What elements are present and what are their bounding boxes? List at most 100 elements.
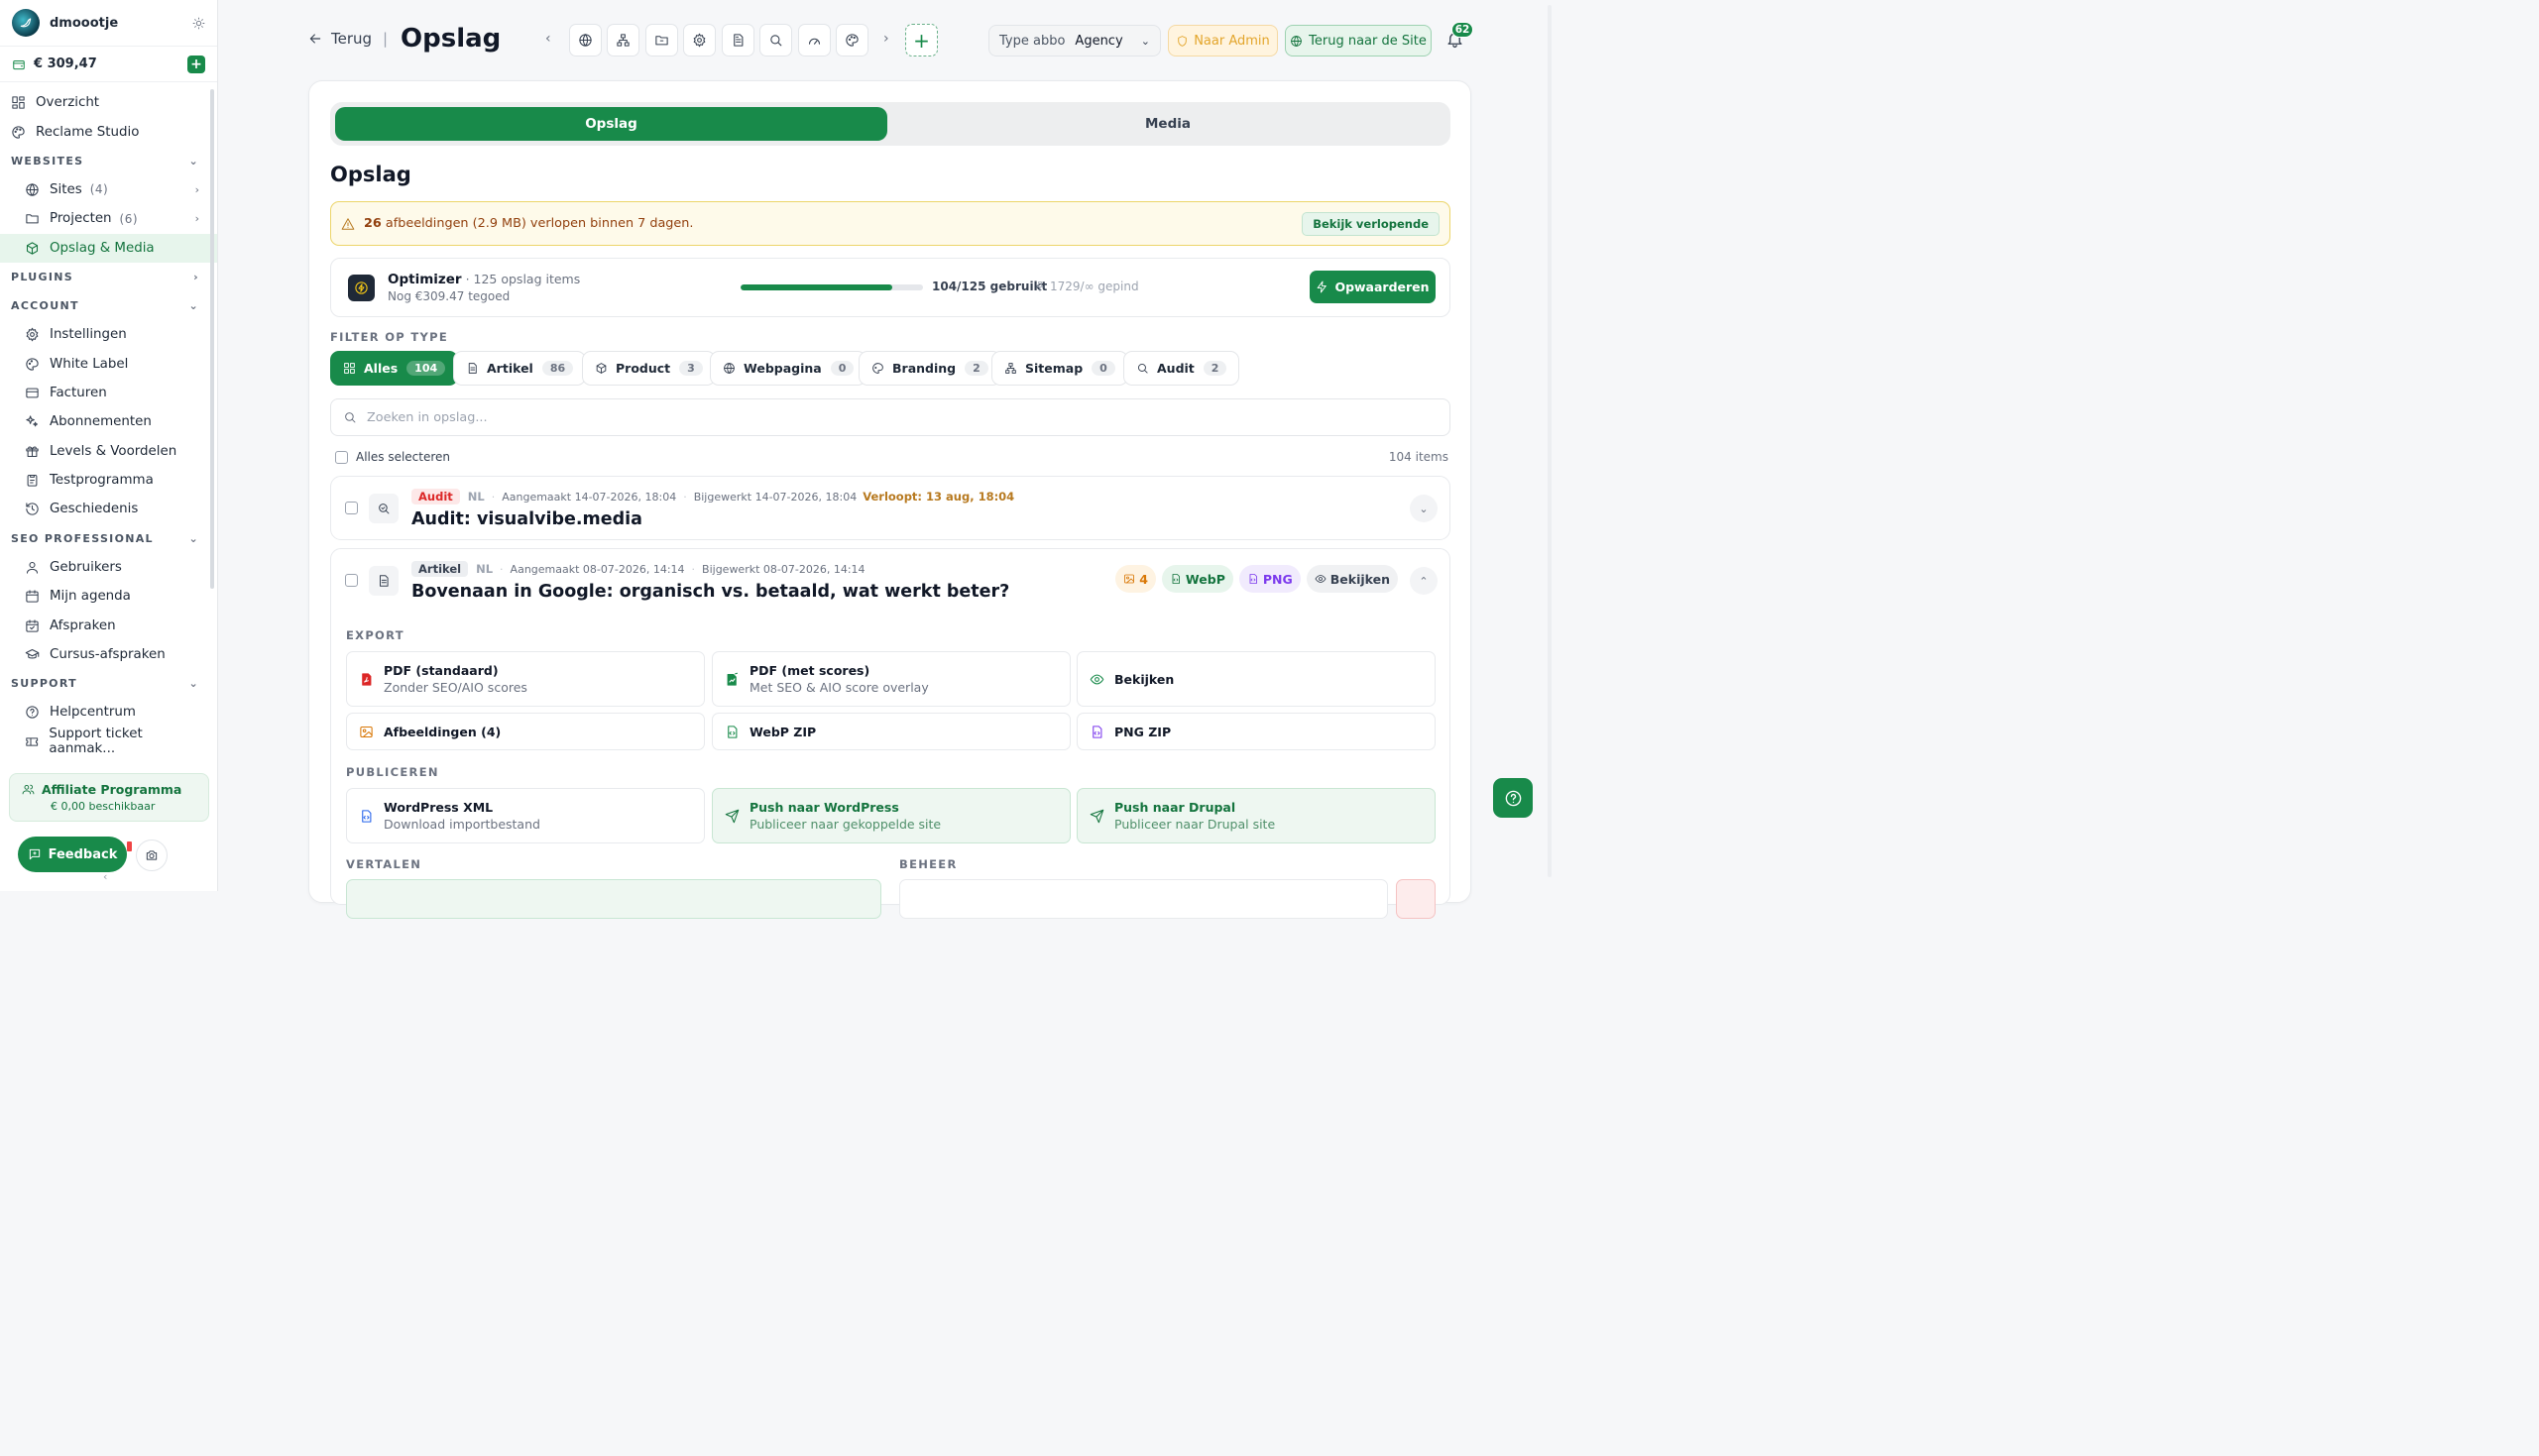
user-icon (26, 561, 39, 574)
filter-chip-branding[interactable]: Branding 2 (859, 351, 1001, 386)
section-label: SUPPORT (11, 677, 77, 691)
tab-opslag[interactable]: Opslag (335, 107, 887, 141)
toolbar-projects-button[interactable] (645, 24, 678, 56)
section-plugins[interactable]: PLUGINS › (0, 263, 217, 291)
section-websites[interactable]: WEBSITES ⌄ (0, 147, 217, 175)
tab-media[interactable]: Media (890, 107, 1445, 141)
toolbar-speed-button[interactable] (798, 24, 831, 56)
export-view[interactable]: Bekijken (1077, 651, 1436, 707)
subscription-type-select[interactable]: Type abbo Agency ⌄ (988, 25, 1161, 56)
globe-icon (26, 183, 39, 196)
affiliate-card[interactable]: Affiliate Programma € 0,00 beschikbaar (9, 773, 209, 822)
to-admin-button[interactable]: Naar Admin (1168, 25, 1278, 56)
help-button[interactable] (1493, 778, 1533, 818)
manage-action[interactable] (899, 879, 1388, 919)
export-png-zip[interactable]: PNG ZIP (1077, 713, 1436, 750)
collapse-row-button[interactable]: ⌃ (1410, 567, 1438, 595)
view-expiring-button[interactable]: Bekijk verlopende (1302, 211, 1440, 236)
select-all-row[interactable]: Alles selecteren (335, 450, 450, 464)
back-to-site-button[interactable]: Terug naar de Site (1285, 25, 1432, 56)
sidebar-item-label: Levels & Voordelen (50, 443, 177, 459)
toolbar-prev-button[interactable]: ‹ (545, 31, 551, 47)
folder-icon (655, 36, 668, 46)
sidebar-item-reclame-studio[interactable]: Reclame Studio (0, 117, 217, 146)
storage-row-audit[interactable]: Audit NL · Aangemaakt 14-07-2026, 18:04 … (330, 476, 1450, 540)
back-button[interactable]: Terug (307, 30, 372, 48)
export-pdf-standard[interactable]: PDF (standaard) Zonder SEO/AIO scores (346, 651, 705, 707)
sidebar-item-gebruikers[interactable]: Gebruikers (0, 553, 217, 582)
section-seo-professional[interactable]: SEO PROFESSIONAL ⌄ (0, 524, 217, 553)
sidebar-item-helpcentrum[interactable]: Helpcentrum (0, 698, 217, 727)
push-drupal[interactable]: Push naar Drupal Publiceer naar Drupal si… (1077, 788, 1436, 843)
filter-chip-sitemap[interactable]: Sitemap 0 (991, 351, 1128, 386)
translate-action[interactable] (346, 879, 881, 919)
filter-chip-count: 2 (1203, 361, 1227, 376)
filter-chip-alles[interactable]: Alles 104 (330, 351, 459, 386)
feedback-button[interactable]: Feedback (18, 837, 127, 872)
row-title[interactable]: Audit: visualvibe.media (411, 509, 642, 529)
export-images[interactable]: Afbeeldingen (4) (346, 713, 705, 750)
export-webp-zip[interactable]: WebP ZIP (712, 713, 1071, 750)
png-pill[interactable]: PNG (1238, 565, 1301, 593)
action-title: Bekijken (1114, 671, 1175, 687)
screenshot-button[interactable] (136, 840, 168, 871)
theme-toggle[interactable] (192, 17, 205, 30)
publish-wordpress-xml[interactable]: WordPress XML Download importbestand (346, 788, 705, 843)
row-title[interactable]: Bovenaan in Google: organisch vs. betaal… (411, 582, 1009, 602)
usage-progress-fill (741, 284, 893, 290)
sidebar-item-overzicht[interactable]: Overzicht (0, 88, 217, 117)
view-pill[interactable]: Bekijken (1306, 565, 1398, 593)
sidebar-item-support-ticket[interactable]: Support ticket aanmak... (0, 727, 217, 756)
page-scrollbar[interactable] (1548, 5, 1552, 877)
toolbar-search-button[interactable] (759, 24, 792, 56)
calendar-icon (26, 590, 39, 603)
filter-chip-webpagina[interactable]: Webpagina 0 (710, 351, 867, 386)
chevron-right-icon: › (194, 212, 199, 226)
pin-icon (1036, 281, 1044, 291)
alert-message: afbeeldingen (2.9 MB) verlopen binnen 7 … (381, 216, 694, 231)
sidebar-item-sites[interactable]: Sites (4) › (0, 175, 217, 204)
sidebar-item-opslag-media[interactable]: Opslag & Media (0, 233, 217, 263)
select-all-checkbox[interactable] (335, 450, 348, 464)
filter-chip-artikel[interactable]: Artikel 86 (453, 351, 587, 386)
webp-pill[interactable]: WebP (1161, 565, 1233, 593)
search-input[interactable] (367, 409, 1358, 425)
sidebar-scrollbar[interactable] (210, 89, 214, 589)
upgrade-button[interactable]: Opwaarderen (1310, 271, 1436, 303)
delete-button[interactable] (1396, 879, 1436, 919)
sidebar-item-afspraken[interactable]: Afspraken (0, 611, 217, 639)
sidebar-item-facturen[interactable]: Facturen (0, 379, 217, 407)
toolbar-sites-button[interactable] (569, 24, 602, 56)
toolbar-next-button[interactable]: › (883, 31, 889, 47)
user-row[interactable]: dmoootje (0, 0, 217, 47)
filter-chip-audit[interactable]: Audit 2 (1123, 351, 1240, 386)
toolbar-document-button[interactable] (722, 24, 754, 56)
expand-row-button[interactable]: ⌄ (1410, 495, 1438, 522)
sidebar-item-testprogramma[interactable]: Testprogramma (0, 466, 217, 495)
sidebar-item-cursus[interactable]: Cursus-afspraken (0, 640, 217, 669)
toolbar-branding-button[interactable] (836, 24, 868, 56)
sidebar-item-instellingen[interactable]: Instellingen (0, 320, 217, 349)
sidebar-item-white-label[interactable]: White Label (0, 349, 217, 378)
filter-chip-product[interactable]: Product 3 (582, 351, 716, 386)
images-pill[interactable]: 4 (1115, 565, 1156, 593)
export-pdf-scores[interactable]: PDF (met scores) Met SEO & AIO score over… (712, 651, 1071, 707)
select-all-label: Alles selecteren (356, 450, 451, 464)
sidebar-item-levels[interactable]: Levels & Voordelen (0, 437, 217, 466)
camera-icon (146, 850, 158, 860)
sidebar-item-geschiedenis[interactable]: Geschiedenis (0, 495, 217, 523)
push-wordpress[interactable]: Push naar WordPress Publiceer naar gekopp… (712, 788, 1071, 843)
sidebar-item-abonnementen[interactable]: Abonnementen (0, 407, 217, 436)
section-support[interactable]: SUPPORT ⌄ (0, 669, 217, 698)
row-checkbox[interactable] (345, 574, 358, 587)
section-account[interactable]: ACCOUNT ⌄ (0, 291, 217, 320)
sidebar-item-agenda[interactable]: Mijn agenda (0, 582, 217, 611)
sidebar-item-projecten[interactable]: Projecten (6) › (0, 204, 217, 233)
user-avatar[interactable] (12, 9, 40, 37)
toolbar-add-button[interactable]: + (905, 24, 938, 56)
add-balance-button[interactable]: + (187, 55, 205, 73)
row-checkbox[interactable] (345, 502, 358, 514)
collapse-sidebar-button[interactable]: ‹ (103, 870, 107, 883)
toolbar-sitemap-button[interactable] (607, 24, 639, 56)
toolbar-settings-button[interactable] (683, 24, 716, 56)
